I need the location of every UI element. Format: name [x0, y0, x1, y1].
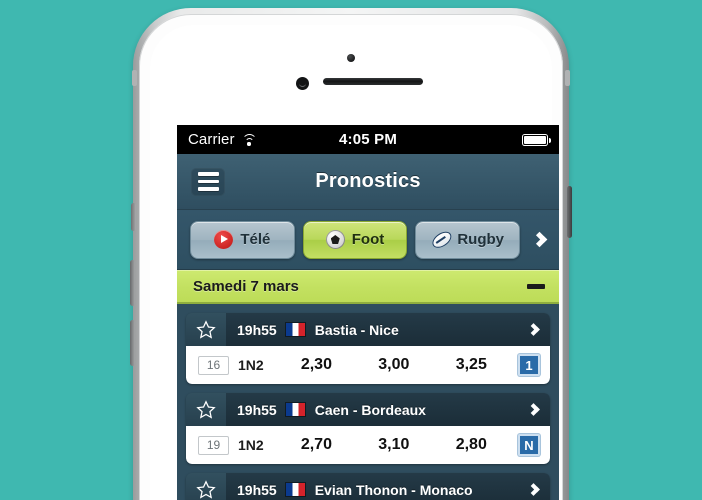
hamburger-menu-icon[interactable] — [191, 167, 225, 196]
match-card[interactable]: 19h55 Bastia - Nice 16 1N2 2,30 3,00 3,2… — [186, 313, 550, 384]
filter-chip-rugby-label: Rugby — [457, 231, 505, 248]
odds-row[interactable]: 16 1N2 2,30 3,00 3,25 1 — [186, 346, 550, 384]
rugby-ball-icon — [428, 226, 454, 252]
odds-values: 2,70 3,10 2,80 — [264, 436, 518, 454]
antenna-band-left — [132, 70, 137, 86]
match-number-badge: 16 — [198, 355, 229, 375]
filter-chip-foot[interactable]: Foot — [302, 220, 408, 259]
odd-value-n[interactable]: 3,10 — [378, 436, 409, 454]
match-card[interactable]: 19h55 Evian Thonon - Monaco — [186, 473, 550, 500]
match-detail-button[interactable] — [527, 323, 540, 336]
section-date-label: Samedi 7 mars — [193, 278, 299, 295]
match-card[interactable]: 19h55 Caen - Bordeaux 19 1N2 2,70 3,10 2… — [186, 393, 550, 464]
page-background: Carrier 4:05 PM Pronostics Télé Foot Rug… — [0, 0, 702, 500]
odd-value-2[interactable]: 2,80 — [456, 436, 487, 454]
flag-france-icon — [285, 403, 305, 416]
match-time: 19h55 — [237, 321, 277, 338]
status-bar-left: Carrier — [188, 131, 339, 148]
battery-icon — [522, 133, 551, 146]
soccer-ball-icon — [325, 230, 345, 249]
earpiece-speaker — [323, 78, 423, 85]
filter-chip-foot-label: Foot — [351, 231, 385, 248]
filter-chip-tele-label: Télé — [240, 231, 271, 248]
filter-chip-tele[interactable]: Télé — [190, 220, 295, 259]
page-title: Pronostics — [315, 170, 421, 192]
star-outline-icon — [196, 480, 216, 499]
status-bar-clock: 4:05 PM — [338, 131, 398, 148]
match-header[interactable]: 19h55 Bastia - Nice — [186, 313, 550, 346]
odd-value-1[interactable]: 2,30 — [301, 356, 332, 374]
odds-type-label: 1N2 — [238, 437, 264, 453]
status-bar: Carrier 4:05 PM — [177, 125, 559, 154]
power-button[interactable] — [567, 186, 572, 238]
status-bar-right — [397, 133, 551, 146]
star-outline-icon — [196, 320, 216, 339]
match-header[interactable]: 19h55 Caen - Bordeaux — [186, 393, 550, 426]
favorite-button[interactable] — [186, 313, 226, 346]
phone-screen: Carrier 4:05 PM Pronostics Télé Foot Rug… — [177, 125, 559, 500]
match-teams: Evian Thonon - Monaco — [314, 481, 473, 498]
match-header[interactable]: 19h55 Evian Thonon - Monaco — [186, 473, 550, 500]
minus-icon[interactable] — [527, 284, 545, 289]
filter-chip-rugby[interactable]: Rugby — [415, 220, 521, 259]
antenna-band-right — [565, 70, 570, 86]
navigation-bar: Pronostics — [177, 154, 559, 210]
favorite-button[interactable] — [186, 473, 226, 500]
phone-device: Carrier 4:05 PM Pronostics Télé Foot Rug… — [130, 8, 572, 500]
match-detail-button[interactable] — [527, 403, 540, 416]
volume-down-button[interactable] — [130, 320, 135, 366]
phone-front-face: Carrier 4:05 PM Pronostics Télé Foot Rug… — [150, 25, 559, 500]
odds-row[interactable]: 19 1N2 2,70 3,10 2,80 N — [186, 426, 550, 464]
odds-type-label: 1N2 — [238, 357, 264, 373]
prediction-badge[interactable]: N — [518, 434, 540, 456]
match-time: 19h55 — [237, 401, 277, 418]
front-camera-icon — [347, 54, 355, 62]
odd-value-n[interactable]: 3,00 — [378, 356, 409, 374]
filter-next-button[interactable] — [529, 231, 549, 248]
flag-france-icon — [285, 483, 305, 496]
match-number-badge: 19 — [198, 435, 229, 455]
odd-value-2[interactable]: 3,25 — [456, 356, 487, 374]
phone-bezel: Carrier 4:05 PM Pronostics Télé Foot Rug… — [139, 14, 563, 500]
odds-values: 2,30 3,00 3,25 — [264, 356, 518, 374]
match-teams: Caen - Bordeaux — [314, 401, 426, 418]
sport-filter-bar: Télé Foot Rugby — [177, 210, 559, 270]
match-time: 19h55 — [237, 481, 277, 498]
wifi-icon — [241, 133, 257, 146]
volume-up-button[interactable] — [130, 260, 135, 306]
match-detail-button[interactable] — [527, 483, 540, 496]
section-header-date[interactable]: Samedi 7 mars — [177, 270, 559, 304]
match-list: 19h55 Bastia - Nice 16 1N2 2,30 3,00 3,2… — [177, 304, 559, 500]
odd-value-1[interactable]: 2,70 — [301, 436, 332, 454]
play-circle-icon — [214, 230, 234, 249]
match-teams: Bastia - Nice — [314, 321, 399, 338]
chevron-right-icon — [527, 403, 540, 416]
chevron-right-icon — [527, 483, 540, 496]
silence-switch[interactable] — [131, 203, 136, 231]
star-outline-icon — [196, 400, 216, 419]
chevron-right-icon — [527, 323, 540, 336]
carrier-label: Carrier — [188, 131, 235, 148]
prediction-badge[interactable]: 1 — [518, 354, 540, 376]
favorite-button[interactable] — [186, 393, 226, 426]
flag-france-icon — [285, 323, 305, 336]
proximity-sensor-icon — [296, 77, 309, 90]
chevron-right-icon — [531, 231, 547, 248]
